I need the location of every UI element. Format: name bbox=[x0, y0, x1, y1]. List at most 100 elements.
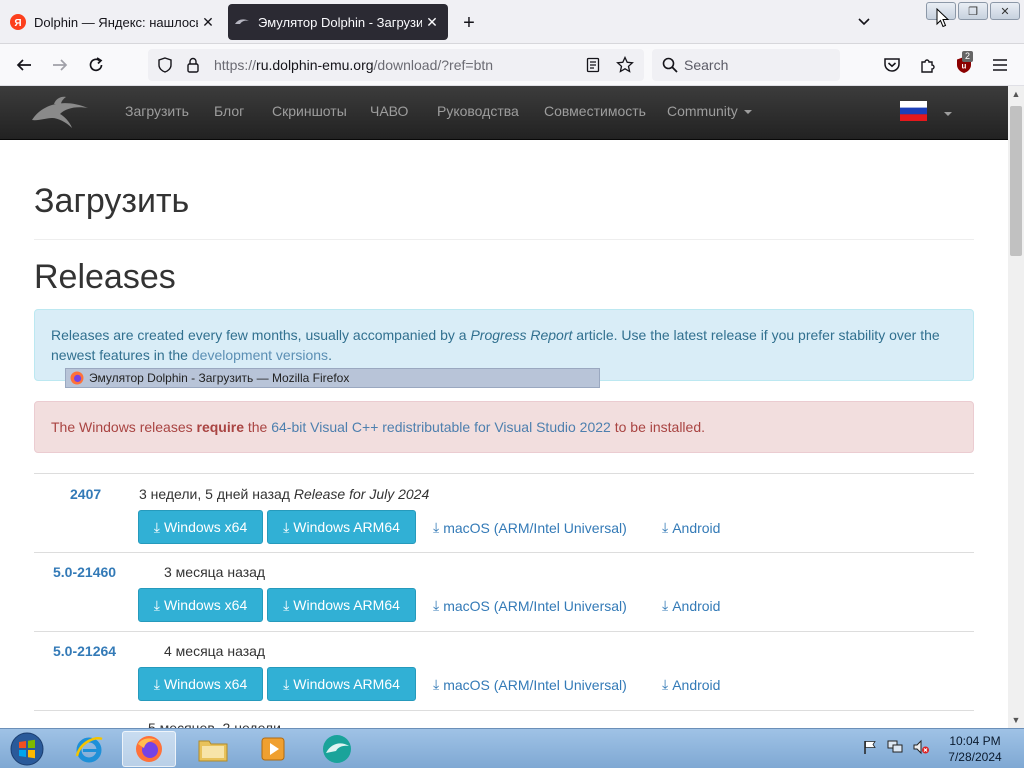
tab-title: Эмулятор Dolphin - Загрузить bbox=[258, 14, 422, 30]
tab-dolphin[interactable]: Эмулятор Dolphin - Загрузить ✕ bbox=[228, 4, 448, 40]
taskbar-file-explorer[interactable] bbox=[186, 731, 240, 767]
taskbar-internet-explorer[interactable] bbox=[62, 731, 116, 767]
app-menu-button[interactable] bbox=[986, 51, 1014, 79]
arrow-left-icon bbox=[16, 59, 31, 71]
close-tab-icon[interactable]: ✕ bbox=[198, 12, 218, 32]
release-date: 3 месяца назад bbox=[164, 564, 266, 580]
start-button[interactable] bbox=[2, 731, 52, 767]
reload-icon bbox=[89, 57, 103, 72]
flag-icon[interactable] bbox=[862, 739, 878, 760]
nav-guides[interactable]: Руководства bbox=[437, 103, 519, 119]
close-tab-icon[interactable]: ✕ bbox=[422, 12, 442, 32]
scroll-up-arrow-icon[interactable]: ▲ bbox=[1008, 86, 1024, 102]
release-version-link[interactable]: 2407 bbox=[70, 486, 101, 502]
language-caret-icon[interactable] bbox=[944, 112, 952, 116]
taskbar-dolphin[interactable] bbox=[310, 731, 364, 767]
mouse-cursor-icon bbox=[936, 8, 950, 28]
list-tabs-button[interactable] bbox=[852, 10, 876, 34]
back-button[interactable] bbox=[10, 51, 38, 79]
download-icon: ⤓ bbox=[433, 519, 440, 535]
dolphin-icon bbox=[235, 19, 249, 24]
warning-alert: The Windows releases require the 64-bit … bbox=[34, 401, 974, 453]
dolphin-logo-icon[interactable] bbox=[30, 94, 92, 130]
restore-window-button[interactable]: ❐ bbox=[958, 2, 988, 20]
download-macos-link[interactable]: ⤓ macOS (ARM/Intel Universal) bbox=[433, 519, 627, 536]
download-windows-x64-button[interactable]: ⤓ Windows x64 bbox=[138, 510, 263, 544]
taskbar-clock[interactable]: 10:04 PM 7/28/2024 bbox=[940, 733, 1010, 765]
tracking-protection-icon[interactable] bbox=[154, 54, 176, 76]
close-window-button[interactable]: ✕ bbox=[990, 2, 1020, 20]
scroll-down-arrow-icon[interactable]: ▼ bbox=[1008, 712, 1024, 728]
download-macos-link[interactable]: ⤓ macOS (ARM/Intel Universal) bbox=[433, 597, 627, 614]
taskbar-media-player[interactable] bbox=[246, 731, 300, 767]
development-versions-link[interactable]: development versions bbox=[192, 347, 328, 363]
taskbar-firefox[interactable] bbox=[122, 731, 176, 767]
reload-button[interactable] bbox=[82, 51, 110, 79]
new-tab-button[interactable]: + bbox=[456, 10, 482, 36]
forward-button[interactable] bbox=[46, 51, 74, 79]
arrow-right-icon bbox=[53, 59, 68, 71]
network-icon[interactable] bbox=[886, 739, 904, 760]
puzzle-icon bbox=[921, 59, 935, 73]
extensions-button[interactable] bbox=[914, 51, 942, 79]
windows-start-orb-icon bbox=[10, 732, 44, 766]
reader-view-icon[interactable] bbox=[582, 54, 604, 76]
nav-community[interactable]: Community bbox=[667, 103, 752, 119]
nav-screenshots[interactable]: Скриншоты bbox=[272, 103, 347, 119]
download-windows-arm64-button[interactable]: ⤓ Windows ARM64 bbox=[267, 510, 416, 544]
clock-time: 10:04 PM bbox=[949, 734, 1001, 748]
download-windows-arm64-button[interactable]: ⤓ Windows ARM64 bbox=[267, 588, 416, 622]
release-version-link[interactable]: 5.0-21460 bbox=[53, 564, 116, 580]
russian-flag-icon[interactable] bbox=[900, 101, 927, 121]
dolphin-app-icon bbox=[323, 735, 351, 763]
download-android-link[interactable]: ⤓ Android bbox=[662, 597, 720, 614]
tab-yandex[interactable]: Я Dolphin — Яндекс: нашлось 7 ✕ bbox=[4, 4, 224, 40]
url-bar[interactable]: https://ru.dolphin-emu.org/download/?ref… bbox=[148, 49, 644, 81]
release-date: 4 месяца назад bbox=[164, 643, 266, 659]
search-bar[interactable]: Search bbox=[652, 49, 840, 81]
nav-compatibility[interactable]: Совместимость bbox=[544, 103, 646, 119]
nav-blog[interactable]: Блог bbox=[214, 103, 244, 119]
system-tray bbox=[862, 739, 930, 760]
release-version-link[interactable]: 5.0-21264 bbox=[53, 643, 116, 659]
lock-icon[interactable] bbox=[182, 54, 204, 76]
hamburger-menu-icon bbox=[993, 59, 1007, 71]
nav-faq[interactable]: ЧАВО bbox=[370, 103, 408, 119]
ublock-button[interactable]: u 2 bbox=[950, 51, 978, 79]
section-title: Releases bbox=[34, 258, 176, 296]
download-icon: ⤓ bbox=[283, 596, 290, 613]
download-macos-link[interactable]: ⤓ macOS (ARM/Intel Universal) bbox=[433, 676, 627, 693]
clock-date: 7/28/2024 bbox=[948, 750, 1002, 764]
tab-title: Dolphin — Яндекс: нашлось 7 bbox=[34, 14, 198, 30]
page-scrollbar[interactable]: ▲ ▼ bbox=[1008, 86, 1024, 728]
firefox-icon bbox=[136, 736, 162, 762]
download-android-link[interactable]: ⤓ Android bbox=[662, 519, 720, 536]
svg-text:Я: Я bbox=[14, 18, 21, 29]
pocket-icon bbox=[884, 58, 900, 72]
bookmark-star-icon[interactable] bbox=[614, 54, 636, 76]
download-icon: ⤓ bbox=[433, 597, 440, 613]
download-windows-x64-button[interactable]: ⤓ Windows x64 bbox=[138, 667, 263, 701]
folder-icon bbox=[198, 740, 228, 762]
divider bbox=[34, 552, 974, 553]
download-windows-arm64-button[interactable]: ⤓ Windows ARM64 bbox=[267, 667, 416, 701]
scroll-thumb[interactable] bbox=[1010, 106, 1022, 256]
vc-redist-link[interactable]: 64-bit Visual C++ redistributable for Vi… bbox=[271, 419, 611, 435]
extension-badge: 2 bbox=[962, 51, 974, 62]
nav-download[interactable]: Загрузить bbox=[125, 103, 189, 119]
media-player-icon bbox=[261, 737, 285, 761]
download-icon: ⤓ bbox=[662, 676, 669, 692]
download-icon: ⤓ bbox=[153, 596, 160, 613]
internet-explorer-icon bbox=[75, 737, 103, 763]
download-windows-x64-button[interactable]: ⤓ Windows x64 bbox=[138, 588, 263, 622]
download-icon: ⤓ bbox=[662, 597, 669, 613]
download-android-link[interactable]: ⤓ Android bbox=[662, 676, 720, 693]
divider bbox=[34, 631, 974, 632]
pocket-button[interactable] bbox=[878, 51, 906, 79]
release-date: 5 месяцев, 2 недели bbox=[148, 720, 281, 728]
url-text: https://ru.dolphin-emu.org/download/?ref… bbox=[214, 57, 494, 73]
chevron-down-icon bbox=[858, 18, 870, 26]
firefox-icon bbox=[70, 371, 84, 385]
divider bbox=[34, 473, 974, 474]
volume-muted-icon[interactable] bbox=[912, 739, 930, 760]
